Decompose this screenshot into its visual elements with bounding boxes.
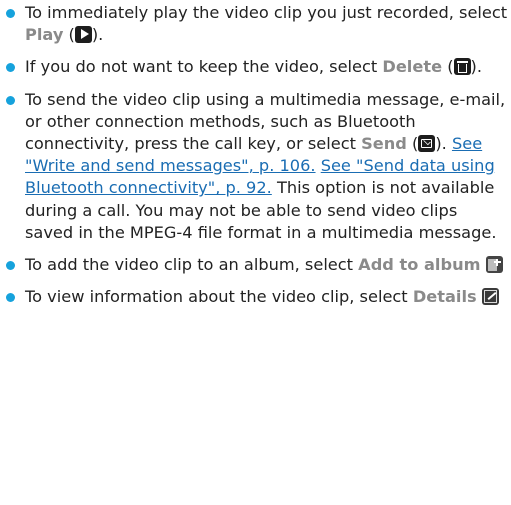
trash-icon	[453, 58, 471, 76]
send-command: Send	[361, 134, 407, 154]
list-item-add-to-album: To add the video clip to an album, selec…	[0, 254, 508, 276]
details-icon	[481, 288, 499, 306]
list-item-details: To view information about the video clip…	[0, 286, 508, 308]
item-text: To add the video clip to an album, selec…	[25, 255, 359, 275]
item-text: If you do not want to keep the video, se…	[25, 57, 383, 77]
bullet-dot	[6, 95, 15, 105]
bullet-dot	[6, 293, 15, 303]
bullet-dot	[6, 9, 15, 18]
add-to-album-icon	[485, 256, 503, 274]
paren-close: ).	[470, 57, 482, 77]
paren-open: (	[406, 134, 419, 154]
list-item-send: To send the video clip using a multimedi…	[0, 89, 508, 244]
instruction-list: To immediately play the video clip you j…	[0, 2, 508, 318]
bullet-dot	[6, 261, 15, 271]
envelope-icon	[418, 135, 436, 153]
delete-command: Delete	[382, 57, 443, 77]
document-page: To immediately play the video clip you j…	[0, 0, 511, 505]
list-item-delete: If you do not want to keep the video, se…	[0, 56, 508, 78]
details-command: Details	[412, 287, 477, 307]
paren-open: (	[442, 57, 454, 77]
play-icon	[74, 26, 92, 44]
paren-close: ).	[435, 134, 452, 154]
item-text: To immediately play the video clip you j…	[25, 3, 508, 22]
bullet-dot	[6, 63, 15, 73]
play-command: Play	[25, 25, 64, 45]
item-text: To view information about the video clip…	[25, 287, 413, 307]
list-item-play: To immediately play the video clip you j…	[0, 2, 508, 46]
paren-close: ).	[91, 25, 104, 45]
paren-open: (	[63, 25, 75, 45]
add-to-album-command: Add to album	[358, 255, 481, 275]
